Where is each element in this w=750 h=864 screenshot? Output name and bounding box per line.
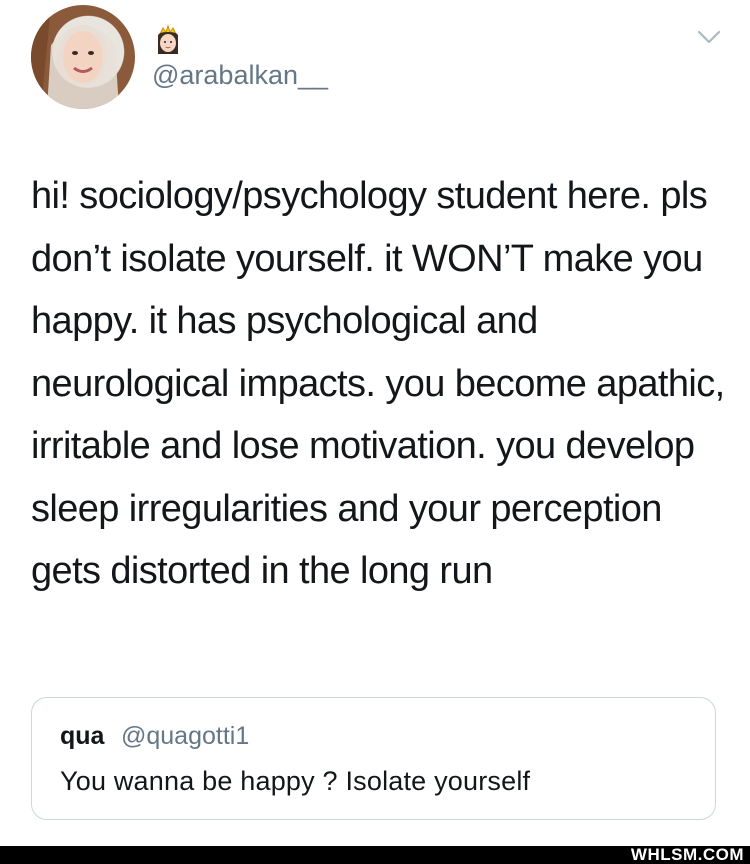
chevron-down-icon[interactable]: [696, 28, 722, 46]
author-handle[interactable]: @arabalkan__: [152, 60, 328, 90]
quoted-author-handle: @quagotti1: [121, 722, 250, 750]
avatar[interactable]: [31, 5, 135, 109]
quoted-tweet-text: You wanna be happy ? Isolate yourself: [60, 766, 531, 796]
tweet-text: hi! sociology/psychology student here. p…: [31, 175, 725, 592]
quoted-tweet[interactable]: qua @quagotti1 You wanna be happy ? Isol…: [31, 697, 716, 820]
princess-emoji-icon: [158, 24, 178, 54]
watermark-bar: WHLSM.COM: [0, 846, 750, 864]
quoted-author-name: qua: [60, 722, 105, 750]
avatar-image: [31, 5, 119, 109]
watermark: WHLSM.COM: [630, 845, 744, 864]
